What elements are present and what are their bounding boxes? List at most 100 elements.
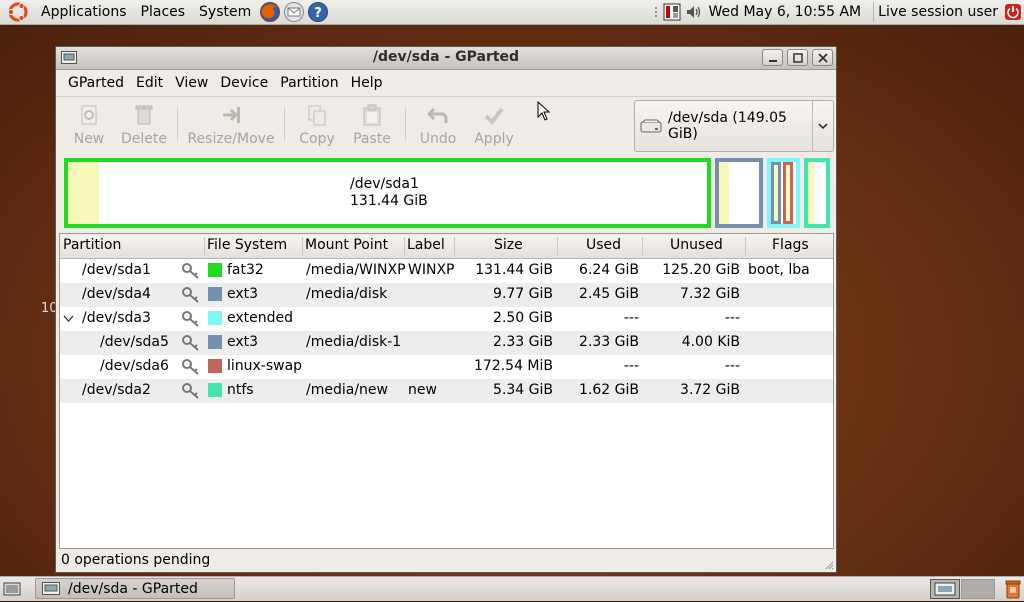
- system-menu[interactable]: System: [192, 4, 258, 20]
- cell-filesystem: ext3: [227, 286, 258, 302]
- cell-unused: 7.32 GiB: [646, 286, 740, 302]
- fs-color-swatch: [208, 335, 222, 349]
- column-filesystem[interactable]: File System: [207, 237, 287, 253]
- partition-list: Partition File System Mount Point Label …: [59, 233, 834, 549]
- volume-icon[interactable]: [685, 3, 703, 21]
- undo-button[interactable]: Undo: [417, 103, 459, 149]
- delete-label: Delete: [121, 131, 167, 147]
- resize-grip-icon[interactable]: [824, 560, 834, 570]
- copy-button[interactable]: Copy: [296, 103, 338, 149]
- operations-pending-status: 0 operations pending: [61, 552, 210, 568]
- diskmap-partition-sda1[interactable]: /dev/sda1 131.44 GiB: [64, 158, 711, 228]
- diskmap-sda1-size: 131.44 GiB: [350, 193, 428, 210]
- menu-gparted[interactable]: GParted: [62, 75, 130, 91]
- menu-device[interactable]: Device: [214, 75, 274, 91]
- bottom-panel: /dev/sda - GParted: [0, 576, 1024, 601]
- list-header: Partition File System Mount Point Label …: [60, 234, 833, 259]
- key-icon: [180, 334, 202, 352]
- mail-icon[interactable]: [283, 1, 305, 23]
- column-separator: [404, 237, 405, 255]
- fs-color-swatch: [208, 383, 222, 397]
- taskbar-gparted-label: /dev/sda - GParted: [68, 581, 198, 597]
- help-icon[interactable]: ?: [307, 1, 329, 23]
- column-flags[interactable]: Flags: [772, 237, 809, 253]
- trash-icon[interactable]: [1004, 579, 1022, 599]
- window-title: /dev/sda - GParted: [56, 49, 836, 65]
- minimize-button[interactable]: [762, 49, 783, 66]
- table-row[interactable]: /dev/sda4 ext3 /media/disk 9.77 GiB 2.45…: [60, 283, 833, 307]
- show-desktop-icon[interactable]: [3, 580, 21, 598]
- menu-view[interactable]: View: [169, 75, 214, 91]
- paste-label: Paste: [353, 131, 391, 147]
- table-row[interactable]: /dev/sda6 linux-swap 172.54 MiB --- ---: [60, 355, 833, 379]
- taskbar-gparted-button[interactable]: /dev/sda - GParted: [35, 578, 235, 599]
- power-icon[interactable]: [1004, 3, 1022, 21]
- maximize-button[interactable]: [787, 49, 808, 66]
- cell-partition: /dev/sda4: [82, 286, 151, 302]
- new-partition-icon: [77, 103, 101, 127]
- used-space-fill: [719, 162, 729, 224]
- key-icon: [180, 262, 202, 280]
- gparted-window: /dev/sda - GParted GParted Edit View Dev…: [55, 46, 837, 573]
- column-size[interactable]: Size: [494, 237, 523, 253]
- key-icon: [180, 286, 202, 304]
- resize-move-icon: [219, 103, 243, 127]
- resize-move-button[interactable]: Resize/Move: [187, 103, 275, 149]
- svg-text:?: ?: [314, 6, 322, 21]
- table-row[interactable]: /dev/sda2 ntfs /media/new new 5.34 GiB 1…: [60, 379, 833, 403]
- column-separator: [642, 237, 643, 255]
- diskmap-partition-sda4[interactable]: [715, 158, 763, 228]
- column-separator: [454, 237, 455, 255]
- cell-partition: /dev/sda6: [100, 358, 169, 374]
- apply-button[interactable]: Apply: [473, 103, 515, 149]
- column-used[interactable]: Used: [586, 237, 621, 253]
- new-button[interactable]: New: [70, 103, 108, 149]
- table-row[interactable]: /dev/sda5 ext3 /media/disk-1 2.33 GiB 2.…: [60, 331, 833, 355]
- column-mountpoint[interactable]: Mount Point: [305, 237, 388, 253]
- panel-separator: [873, 2, 874, 22]
- device-selector[interactable]: /dev/sda (149.05 GiB): [634, 100, 834, 152]
- column-unused[interactable]: Unused: [670, 237, 723, 253]
- top-panel: Applications Places System ? Wed: [0, 0, 1024, 25]
- diskmap-sda1-name: /dev/sda1: [350, 176, 428, 193]
- delete-button[interactable]: Delete: [120, 103, 168, 149]
- used-space-fill: [808, 162, 814, 224]
- title-bar[interactable]: /dev/sda - GParted: [56, 47, 836, 70]
- table-row[interactable]: /dev/sda1 fat32 /media/WINXP WINXP 131.4…: [60, 259, 833, 283]
- close-button[interactable]: [812, 49, 833, 66]
- resize-move-label: Resize/Move: [187, 131, 274, 147]
- paste-button[interactable]: Paste: [350, 103, 394, 149]
- column-label[interactable]: Label: [407, 237, 445, 253]
- diskmap-partition-sda5[interactable]: [771, 162, 781, 224]
- menu-help[interactable]: Help: [345, 75, 389, 91]
- workspace-2[interactable]: [961, 579, 995, 599]
- diskmap-partition-sda2[interactable]: [804, 158, 830, 228]
- system-tray: Wed May 6, 10:55 AM Live session user: [651, 0, 1024, 24]
- applications-menu[interactable]: Applications: [34, 4, 134, 20]
- fs-color-swatch: [208, 311, 222, 325]
- hard-disk-icon: [640, 119, 662, 133]
- firefox-icon[interactable]: [259, 1, 281, 23]
- cell-label: new: [408, 382, 437, 398]
- column-partition[interactable]: Partition: [63, 237, 121, 253]
- fs-color-swatch: [208, 359, 222, 373]
- clock[interactable]: Wed May 6, 10:55 AM: [709, 4, 862, 20]
- menu-edit[interactable]: Edit: [130, 75, 169, 91]
- main-menu: Applications Places System ?: [0, 0, 330, 24]
- cell-used: 2.33 GiB: [560, 334, 639, 350]
- menu-partition[interactable]: Partition: [274, 75, 344, 91]
- network-manager-icon[interactable]: [663, 3, 681, 21]
- status-bar: 0 operations pending: [56, 548, 836, 572]
- expander-arrow-icon[interactable]: [63, 315, 74, 323]
- ubuntu-logo-icon: [7, 1, 29, 23]
- table-row[interactable]: /dev/sda3 extended 2.50 GiB --- ---: [60, 307, 833, 331]
- cell-used: 6.24 GiB: [560, 262, 639, 278]
- places-menu[interactable]: Places: [134, 4, 193, 20]
- diskmap-partition-sda3[interactable]: [767, 158, 800, 228]
- diskmap-partition-sda6[interactable]: [783, 162, 793, 224]
- cell-partition: /dev/sda2: [82, 382, 151, 398]
- session-user-label[interactable]: Live session user: [878, 4, 998, 20]
- toolbar-separator: [284, 107, 285, 141]
- workspace-1[interactable]: [930, 579, 960, 599]
- cell-used: 1.62 GiB: [560, 382, 639, 398]
